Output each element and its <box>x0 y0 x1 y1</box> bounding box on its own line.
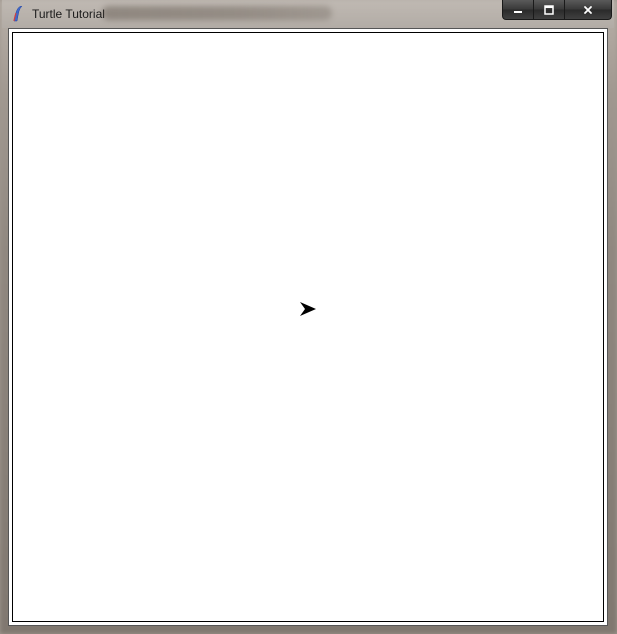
window-controls <box>503 0 612 20</box>
window-title: Turtle Tutorial <box>32 0 105 28</box>
turtle-canvas <box>12 32 604 622</box>
turtle-cursor-icon <box>300 302 316 316</box>
turtle-window: Turtle Tutorial <box>2 0 614 632</box>
tk-feather-icon <box>10 6 26 22</box>
close-button[interactable] <box>564 0 612 20</box>
minimize-button[interactable] <box>502 0 534 20</box>
maximize-button[interactable] <box>533 0 565 20</box>
title-blurred-extra <box>102 6 332 20</box>
titlebar[interactable]: Turtle Tutorial <box>2 0 614 28</box>
client-area <box>8 28 608 626</box>
